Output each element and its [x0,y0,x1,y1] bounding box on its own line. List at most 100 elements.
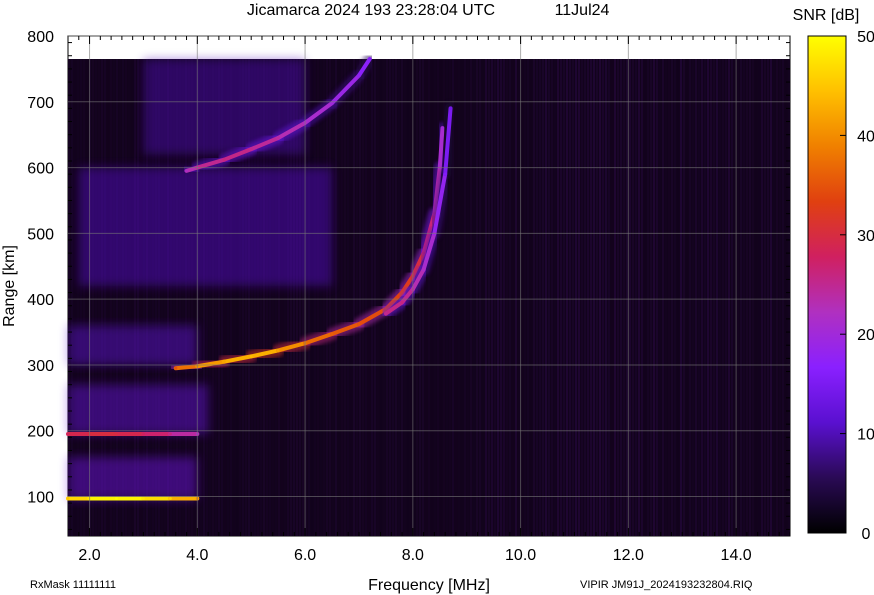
noise-column [782,59,784,536]
noise-column [740,59,742,536]
noise-column [548,59,550,536]
y-tick-label: 500 [27,226,54,243]
noise-column [764,59,766,536]
noise-column [431,59,433,536]
noise-column [662,59,664,536]
trace-point [249,354,253,358]
trace-point [114,497,118,500]
echo-cloud [68,325,198,365]
noise-column [647,59,649,536]
noise-column [677,59,679,536]
noise-column [611,59,613,536]
trace-point [114,432,118,436]
noise-column [521,59,523,536]
noise-column [674,59,676,536]
x-tick-label: 8.0 [402,547,424,564]
colorbar-tick-label: 40 [857,128,874,145]
noise-column [485,59,487,536]
noise-column [503,59,505,536]
noise-column [728,59,730,536]
noise-column [641,59,643,536]
noise-column [665,59,667,536]
noise-column [566,59,568,536]
noise-column [614,59,616,536]
noise-column [416,59,418,536]
x-tick-label: 14.0 [721,547,752,564]
noise-column [458,59,460,536]
noise-column [698,59,700,536]
noise-column [326,59,328,536]
noise-column [320,59,322,536]
noise-column [425,59,427,536]
colorbar-tick-label: 30 [857,228,874,245]
noise-column [494,59,496,536]
noise-column [539,59,541,536]
noise-column [554,59,556,536]
noise-column [581,59,583,536]
noise-column [737,59,739,536]
noise-column [569,59,571,536]
noise-column [488,59,490,536]
noise-column [713,59,715,536]
chart-title: Jicamarca 2024 193 23:28:04 UTC [247,2,495,19]
noise-column [317,59,319,536]
noise-column [365,59,367,536]
noise-column [635,59,637,536]
noise-column [752,59,754,536]
noise-column [377,59,379,536]
noise-column [617,59,619,536]
noise-column [353,59,355,536]
trace-point [66,432,70,436]
noise-column [335,59,337,536]
trace-point [174,366,178,370]
trace-point [357,73,361,77]
noise-column [308,59,310,536]
x-tick-label: 4.0 [186,547,208,564]
noise-column [575,59,577,536]
trace-point [330,332,334,336]
noise-column [341,59,343,536]
trace-point [249,147,253,151]
trace-point [141,432,145,436]
noise-column [587,59,589,536]
noise-column [542,59,544,536]
trace-e-second-hop [62,428,204,441]
noise-column [356,59,358,536]
trace-point [185,169,189,173]
noise-column [491,59,493,536]
noise-column [578,59,580,536]
noise-column [596,59,598,536]
noise-column [725,59,727,536]
noise-column [380,59,382,536]
noise-column [650,59,652,536]
noise-column [560,59,562,536]
noise-column [704,59,706,536]
noise-column [644,59,646,536]
noise-column [767,59,769,536]
noise-column [671,59,673,536]
noise-column [683,59,685,536]
noise-column [473,59,475,536]
noise-column [761,59,763,536]
noise-column [347,59,349,536]
noise-column [746,59,748,536]
trace-point [384,312,388,316]
noise-column [497,59,499,536]
noise-column [476,59,478,536]
colorbar-tick-label: 50 [857,29,874,46]
noise-column [323,59,325,536]
noise-column [572,59,574,536]
noise-column [386,59,388,536]
noise-column [623,59,625,536]
noise-column [659,59,661,536]
noise-column [590,59,592,536]
trace-point [222,360,226,364]
noise-column [551,59,553,536]
noise-column [455,59,457,536]
noise-column [626,59,628,536]
noise-column [467,59,469,536]
noise-column [563,59,565,536]
noise-column [608,59,610,536]
noise-column [620,59,622,536]
noise-column [632,59,634,536]
